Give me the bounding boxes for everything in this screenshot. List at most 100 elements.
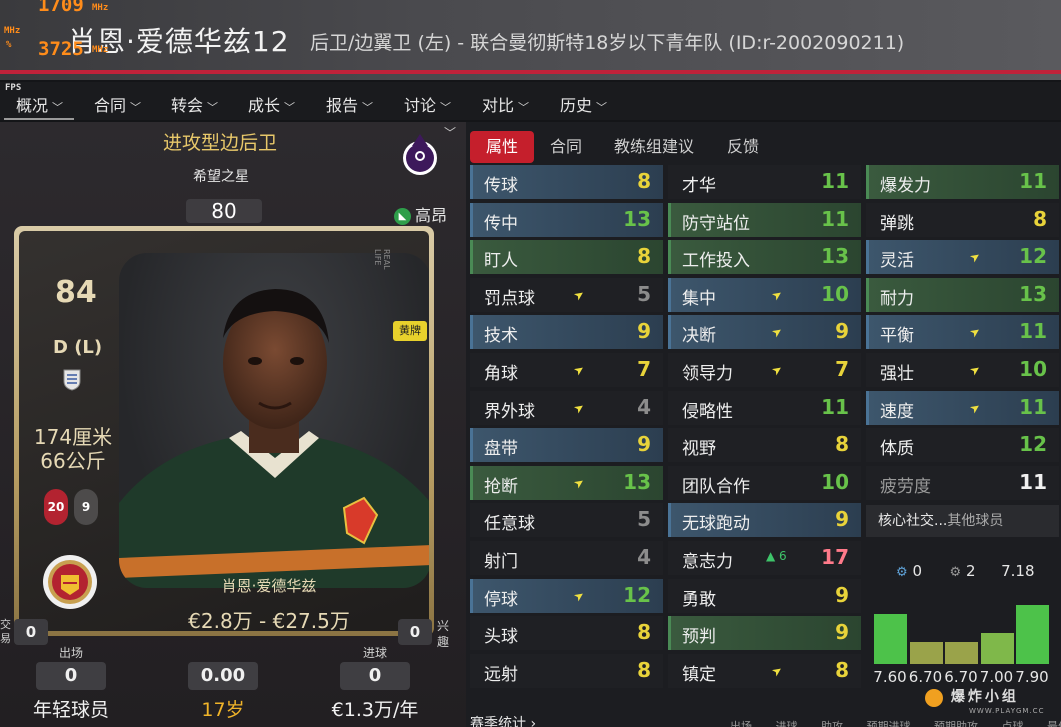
percent-icon: %: [6, 40, 12, 50]
attribute-name: 停球: [484, 589, 518, 610]
tab-attributes[interactable]: 属性: [470, 131, 534, 163]
form-bar[interactable]: [909, 642, 943, 664]
card-height-weight: 174厘米 66公斤: [27, 425, 119, 473]
attribute-row[interactable]: 传中 13: [470, 202, 663, 237]
attribute-value: 11: [1019, 394, 1047, 419]
attribute-value: 17: [821, 545, 849, 569]
attribute-name: 速度: [880, 401, 914, 422]
tab-contract[interactable]: 合同: [540, 131, 592, 163]
attribute-row[interactable]: 灵活 ➤ 12: [866, 240, 1059, 275]
attribute-row[interactable]: 疲劳度 11: [866, 465, 1059, 500]
season-stats-columns: 出场 进球 助攻 预期进球 预期助攻 点球 最佳: [730, 720, 1061, 727]
attribute-row[interactable]: 意志力 ▲ 6 17: [668, 541, 861, 575]
watermark: 爆炸小组 WWW.PLAYGM.CC: [925, 686, 1044, 715]
attribute-value: 10: [821, 469, 849, 494]
attribute-name: 头球: [484, 627, 518, 648]
attribute-row[interactable]: 任意球 5: [470, 503, 663, 538]
attribute-row[interactable]: 头球 8: [470, 616, 663, 651]
attribute-name: 界外球: [484, 401, 535, 422]
nav-development[interactable]: 成长 ﹀: [248, 92, 295, 116]
attribute-row[interactable]: 盯人 8: [470, 240, 663, 275]
attribute-name: 传中: [484, 213, 518, 234]
attribute-row[interactable]: 技术 9: [470, 315, 663, 350]
morale-row: ⚙ 0 ⚙ 2 7.18: [896, 562, 1035, 580]
attribute-row[interactable]: 角球 ➤ 7: [470, 353, 663, 387]
personality-subtitle: 希望之星: [193, 169, 249, 185]
attribute-row[interactable]: 侵略性 11: [668, 390, 861, 425]
attribute-row[interactable]: 镇定 ➤ 8: [668, 653, 861, 688]
attribute-row[interactable]: 才华 11: [668, 165, 861, 199]
social-group-row[interactable]: 核心社交...其他球员: [866, 505, 1059, 537]
form-bar[interactable]: [1016, 605, 1049, 664]
attribute-row[interactable]: 弹跳 8: [866, 202, 1059, 237]
attribute-name: 技术: [484, 326, 518, 347]
nav-history[interactable]: 历史 ﹀: [560, 92, 607, 116]
attribute-row[interactable]: 勇敢 9: [668, 578, 861, 613]
attribute-name: 任意球: [484, 514, 535, 535]
attribute-name: 盯人: [484, 251, 518, 272]
form-bar[interactable]: [980, 633, 1014, 664]
attribute-value: 8: [637, 244, 651, 269]
tab-coach-advice[interactable]: 教练组建议: [606, 131, 702, 163]
attribute-row[interactable]: 决断 ➤ 9: [668, 315, 861, 350]
interest-side-label: 兴趣: [437, 619, 450, 649]
attribute-row[interactable]: 团队合作 10: [668, 465, 861, 500]
attribute-row[interactable]: 传球 8: [470, 165, 663, 199]
role-title: 进攻型边后卫: [163, 132, 278, 154]
yellow-card-tag: 黄牌: [393, 321, 427, 341]
attribute-row[interactable]: 耐力 13: [866, 277, 1059, 312]
attribute-value: 12: [1019, 432, 1047, 457]
attribute-row[interactable]: 抢断 ➤ 13: [470, 465, 663, 500]
nav-contract[interactable]: 合同 ﹀: [94, 92, 141, 116]
nav-compare[interactable]: 对比 ﹀: [482, 92, 529, 116]
attribute-row[interactable]: 无球跑动 9: [668, 503, 861, 538]
chevron-down-icon[interactable]: ﹀: [444, 124, 456, 141]
form-bar[interactable]: [945, 642, 978, 664]
attribute-value: 11: [1019, 469, 1047, 494]
premier-league-icon[interactable]: [400, 130, 440, 178]
player-card[interactable]: 84 D (L) 174厘米 66公斤 20 9 REAL LIFE 黄牌 肖恩…: [14, 226, 434, 636]
player-status-text: 年轻球员: [32, 699, 109, 721]
player-info-subtitle: 后卫/边翼卫 (左) - 联合曼彻斯特18岁以下青年队 (ID:r-200209…: [310, 32, 905, 54]
attribute-row[interactable]: 工作投入 13: [668, 240, 861, 275]
goals-value: 0: [340, 662, 410, 690]
attribute-name: 弹跳: [880, 213, 914, 234]
form-bar[interactable]: [874, 614, 907, 664]
attribute-row[interactable]: 射门 4: [470, 541, 663, 575]
attribute-value: 8: [637, 169, 651, 193]
attribute-row[interactable]: 罚点球 ➤ 5: [470, 277, 663, 312]
attribute-row[interactable]: 集中 ➤ 10: [668, 277, 861, 312]
wage-text: €1.3万/年: [331, 699, 419, 721]
interest-count: 0: [398, 619, 432, 645]
attribute-row[interactable]: 平衡 ➤ 11: [866, 315, 1059, 350]
nav-reports[interactable]: 报告 ﹀: [326, 92, 373, 116]
attribute-row[interactable]: 领导力 ➤ 7: [668, 353, 861, 387]
attribute-row[interactable]: 界外球 ➤ 4: [470, 390, 663, 425]
card-position: D (L): [53, 337, 103, 358]
attribute-value: 4: [637, 394, 651, 419]
unit-label-2: MHz: [92, 45, 109, 55]
attribute-row[interactable]: 强壮 ➤ 10: [866, 353, 1059, 387]
attribute-row[interactable]: 远射 8: [470, 653, 663, 688]
attribute-row[interactable]: 停球 ➤ 12: [470, 578, 663, 613]
attribute-row[interactable]: 视野 8: [668, 428, 861, 463]
attribute-row[interactable]: 防守站位 11: [668, 202, 861, 237]
attribute-name: 侵略性: [682, 401, 733, 422]
gear-icon: ⚙: [896, 565, 908, 580]
attribute-name: 传球: [484, 176, 518, 196]
attribute-name: 工作投入: [682, 251, 750, 272]
season-stats-link[interactable]: 赛季统计 ›: [470, 713, 536, 727]
attribute-row[interactable]: 预判 9: [668, 616, 861, 651]
form-bar-label: 7.60: [873, 668, 907, 686]
tab-feedback[interactable]: 反馈: [718, 131, 768, 163]
nav-transfer[interactable]: 转会 ﹀: [171, 92, 218, 116]
nav-overview[interactable]: 概况 ﹀: [16, 92, 63, 116]
attribute-row[interactable]: 盘带 9: [470, 428, 663, 463]
attribute-row[interactable]: 爆发力 11: [866, 165, 1059, 199]
nav-discuss[interactable]: 讨论 ﹀: [404, 92, 451, 116]
player-age-text: 17岁: [201, 699, 245, 721]
attribute-value: 9: [637, 432, 651, 457]
attribute-row[interactable]: 体质 12: [866, 428, 1059, 463]
attribute-row[interactable]: 速度 ➤ 11: [866, 390, 1059, 425]
attribute-name: 领导力: [682, 364, 733, 384]
